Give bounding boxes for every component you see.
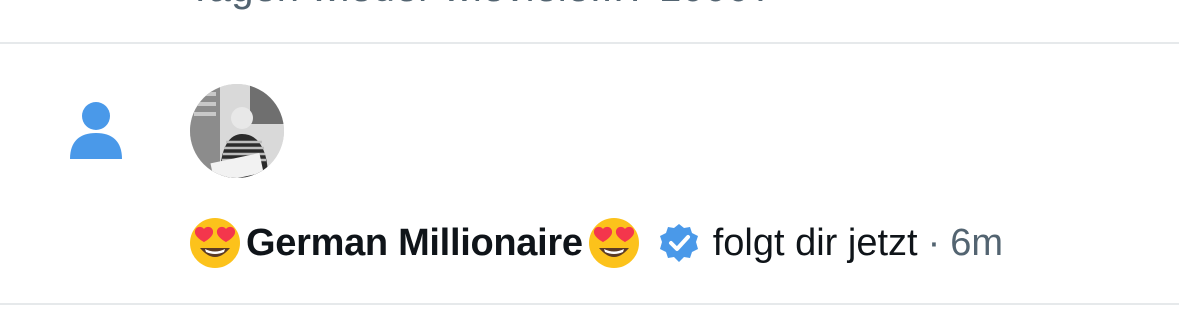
timestamp[interactable]: 6m <box>950 222 1003 265</box>
divider <box>0 303 1179 305</box>
follow-action-text: folgt dir jetzt <box>712 221 918 264</box>
follow-notification[interactable]: German Millionaire folgt dir jetzt · 6m <box>188 214 1003 272</box>
verified-badge-icon <box>659 223 699 263</box>
separator-dot: · <box>927 221 941 264</box>
heart-eyes-emoji-icon <box>188 216 242 270</box>
follower-name[interactable]: German Millionaire <box>246 222 583 265</box>
divider <box>0 42 1179 44</box>
avatar[interactable] <box>190 84 284 178</box>
heart-eyes-emoji-icon <box>587 216 641 270</box>
previous-tweet-text[interactable]: Tagen wieder wieviele...? 1000? <box>188 0 773 11</box>
person-icon <box>70 101 122 161</box>
